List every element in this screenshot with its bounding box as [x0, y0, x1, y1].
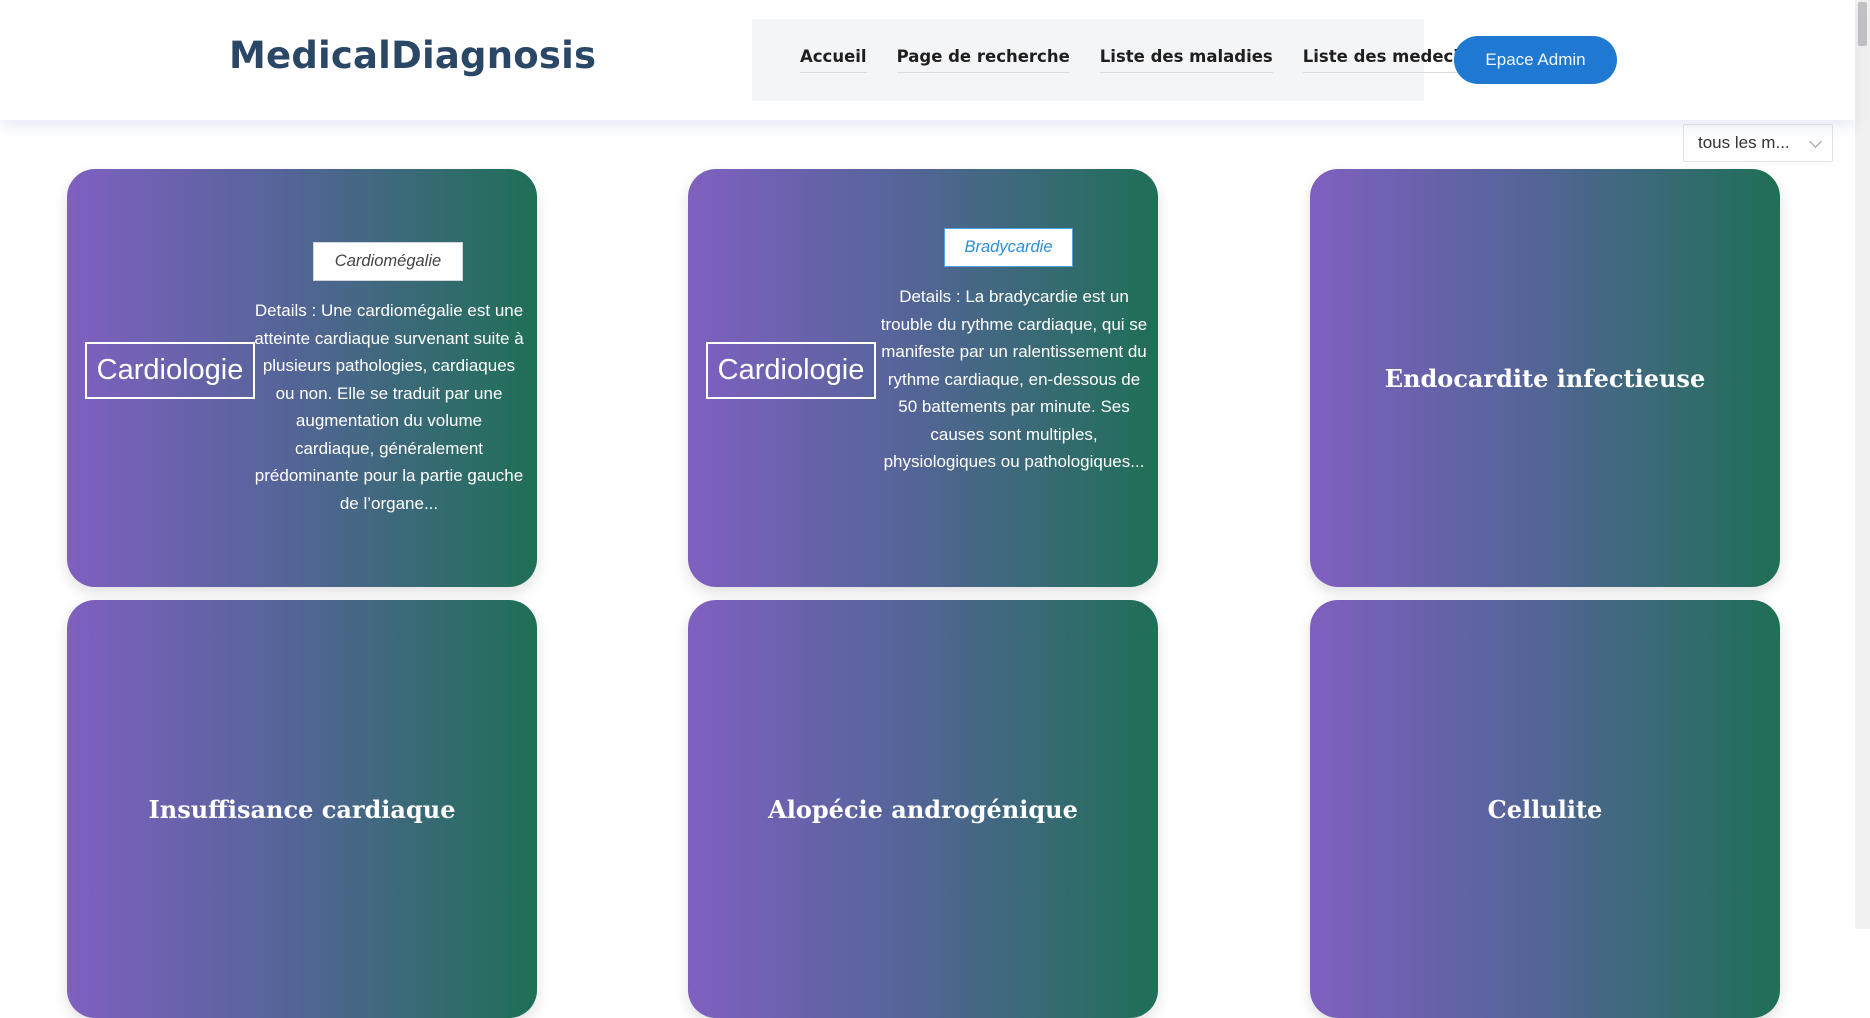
disease-card[interactable]: Cardiologie Bradycardie Details : La bra…: [688, 169, 1158, 587]
filter-selected-value: tous les m...: [1698, 133, 1790, 152]
disease-details: Details : La bradycardie est un trouble …: [880, 287, 1148, 471]
disease-card[interactable]: Cardiologie Cardiomégalie Details : Une …: [67, 169, 537, 587]
disease-card[interactable]: Cellulite: [1310, 600, 1780, 1018]
category-box: Cardiologie: [85, 342, 255, 399]
category-box: Cardiologie: [706, 342, 876, 399]
main-nav: Accueil Page de recherche Liste des mala…: [752, 19, 1481, 101]
disease-card[interactable]: Endocardite infectieuse: [1310, 169, 1780, 587]
site-header: MedicalDiagnosis Accueil Page de recherc…: [0, 0, 1855, 120]
vertical-scrollbar[interactable]: [1855, 0, 1870, 929]
disease-name-tag[interactable]: Bradycardie: [944, 228, 1073, 267]
chevron-down-icon: [1809, 135, 1822, 148]
disease-name-tag[interactable]: Cardiomégalie: [313, 242, 463, 281]
nav-liste-maladies[interactable]: Liste des maladies: [1099, 47, 1273, 73]
brand-logo[interactable]: MedicalDiagnosis: [229, 34, 596, 77]
disease-details: Details : Une cardiomégalie est une atte…: [254, 301, 524, 513]
scrollbar-thumb[interactable]: [1858, 2, 1867, 46]
disease-title: Insuffisance cardiaque: [148, 794, 456, 824]
disease-title: Alopécie androgénique: [768, 794, 1078, 824]
filter-select[interactable]: tous les m...: [1683, 124, 1833, 162]
disease-card[interactable]: Insuffisance cardiaque: [67, 600, 537, 1018]
nav-accueil[interactable]: Accueil: [800, 47, 867, 73]
disease-card[interactable]: Alopécie androgénique: [688, 600, 1158, 1018]
nav-page-recherche[interactable]: Page de recherche: [896, 47, 1070, 73]
admin-space-button[interactable]: Epace Admin: [1454, 36, 1617, 84]
disease-title: Cellulite: [1487, 794, 1603, 824]
disease-title: Endocardite infectieuse: [1384, 363, 1706, 393]
